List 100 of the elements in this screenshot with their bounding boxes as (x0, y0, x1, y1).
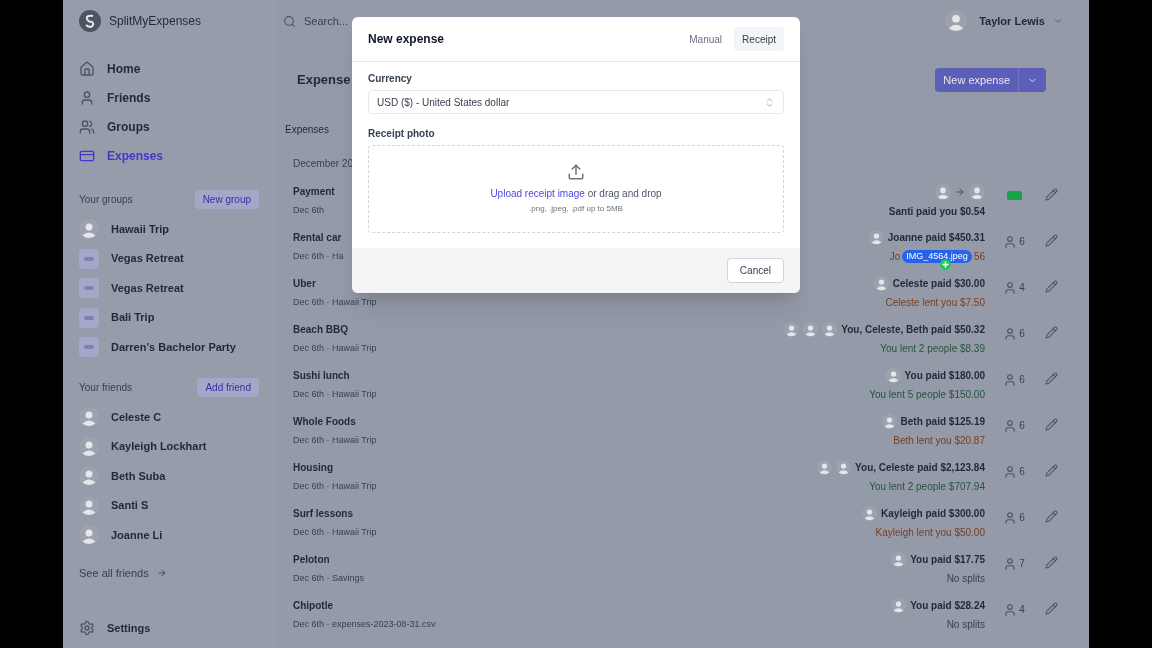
currency-select[interactable]: USD ($) - United States dollar (368, 90, 784, 114)
arrow-icon (156, 568, 167, 579)
drop-zone[interactable]: Upload receipt image or drag and drop .png, .jpeg, .pdf up to 5MB (368, 145, 784, 233)
friend-link[interactable]: Celeste C (111, 408, 162, 426)
people-count: 6 (1019, 373, 1025, 387)
avatar-icon (79, 466, 99, 486)
avatar-icon (862, 506, 878, 521)
people-count: 4 (1019, 603, 1025, 617)
people-count: 6 (1019, 327, 1025, 341)
mode-tab[interactable]: Manual (681, 27, 731, 51)
expense-meta: Dec 6th · Hawaii Trip (293, 296, 377, 309)
group-link[interactable]: Vegas Retreat (111, 279, 184, 297)
expenses-tab[interactable]: Expenses (285, 121, 329, 137)
settings-icon (79, 619, 95, 636)
avatar-icon (803, 322, 819, 337)
section-heading: Your groups (79, 192, 133, 207)
friend-link[interactable]: Joanne Li (111, 526, 163, 544)
person-icon (1003, 372, 1018, 387)
pencil-icon (1044, 510, 1058, 523)
upload-link[interactable]: Upload receipt image (490, 188, 585, 199)
person-icon (1003, 464, 1018, 479)
group-icon (79, 337, 99, 357)
nav-item[interactable]: Expenses (79, 146, 259, 166)
chevron-up-down-icon (764, 96, 775, 108)
settings-link[interactable]: Settings (79, 619, 259, 636)
person-icon (1003, 280, 1018, 295)
person-icon (1003, 510, 1018, 525)
expense-meta: Dec 6th (293, 204, 326, 217)
chevron-down-icon (1053, 16, 1063, 26)
avatar-icon (79, 407, 99, 427)
expense-meta: Dec 6th · expenses-2023-08-31.csv (293, 618, 436, 631)
balance-text: Jo (889, 250, 901, 264)
group-link[interactable]: Hawaii Trip (111, 220, 170, 238)
new-expense-button[interactable]: New expense (935, 68, 1046, 92)
upload-icon (567, 163, 585, 181)
avatar-icon (891, 598, 907, 613)
field-label: Currency (368, 72, 413, 86)
paid-text: Kayleigh paid $300.00 (881, 507, 985, 521)
copy-cursor-icon (940, 259, 951, 270)
avatar-icon (79, 525, 99, 545)
avatar-icon (79, 436, 99, 457)
avatar-icon (822, 322, 838, 337)
expense-meta: Dec 6th · Savings (293, 572, 365, 585)
avatar-icon (885, 368, 901, 383)
dialog-title: New expense (368, 31, 445, 48)
balance-text: You lent 2 people $707.94 (869, 480, 985, 494)
pencil-icon (1044, 418, 1058, 431)
add-friend-button[interactable]: Add friend (197, 377, 259, 397)
people-icon (79, 119, 95, 135)
pencil-icon (1044, 188, 1058, 201)
expense-meta: Dec 6th · Ha (293, 250, 344, 263)
friend-link[interactable]: Santi S (111, 497, 149, 514)
group-link[interactable]: Bali Trip (111, 309, 155, 326)
group-icon (79, 248, 99, 269)
balance-text: 56 (973, 250, 985, 264)
section-heading: Your friends (79, 380, 132, 395)
nav-item[interactable]: Home (79, 59, 259, 79)
nav-item[interactable]: Friends (79, 88, 259, 108)
arrow-icon (955, 187, 965, 197)
group-icon (79, 278, 99, 298)
mode-tab[interactable]: Receipt (734, 27, 784, 51)
pencil-icon (1044, 602, 1058, 615)
see-all-friends-link[interactable]: See all friends (79, 565, 259, 582)
expense-meta: Dec 6th · Hawaii Trip (293, 526, 377, 539)
group-link[interactable]: Vegas Retreat (111, 250, 184, 267)
person-icon (1003, 234, 1018, 249)
friend-link[interactable]: Kayleigh Lockhart (111, 438, 207, 455)
group-link[interactable]: Darren's Bachelor Party (111, 338, 236, 356)
search-field[interactable]: Search... (304, 12, 356, 30)
user-avatar-icon (945, 10, 968, 32)
friend-link[interactable]: Beth Suba (111, 467, 166, 485)
avatar-icon (969, 184, 985, 200)
dragged-file-chip: IMG_4564.jpeg (902, 249, 972, 264)
paid-text: Joanne paid $450.31 (887, 231, 985, 245)
pencil-icon (1044, 234, 1058, 247)
search-icon (283, 14, 296, 28)
paid-text: You, Celeste, Beth paid $50.32 (841, 323, 985, 337)
pencil-icon (1044, 464, 1058, 477)
pencil-icon (1044, 372, 1058, 385)
cancel-button[interactable]: Cancel (726, 258, 784, 283)
balance-text: Beth lent you $20.87 (893, 434, 985, 448)
expense-name: Whole Foods (293, 415, 357, 429)
expense-name: Uber (293, 277, 317, 291)
people-count: 6 (1019, 419, 1025, 433)
user-name: Taylor Lewis (979, 13, 1045, 29)
expense-name: Peloton (293, 553, 331, 567)
people-count: 4 (1019, 281, 1025, 295)
balance-text: Celeste lent you $7.50 (885, 296, 985, 310)
avatar-icon (836, 460, 852, 475)
expense-name: Surf lessons (293, 507, 355, 521)
new-group-button[interactable]: New group (194, 189, 259, 209)
nav-item[interactable]: Groups (79, 117, 259, 137)
upload-text: Upload receipt image or drag and drop (490, 187, 662, 201)
expense-name: Sushi lunch (293, 369, 351, 383)
avatar-icon (873, 276, 889, 291)
group-avatar-icon (79, 219, 99, 239)
avatar-icon (817, 460, 833, 475)
pencil-icon (1044, 280, 1058, 293)
pencil-icon (1044, 556, 1058, 569)
paid-text: Celeste paid $30.00 (892, 277, 985, 291)
